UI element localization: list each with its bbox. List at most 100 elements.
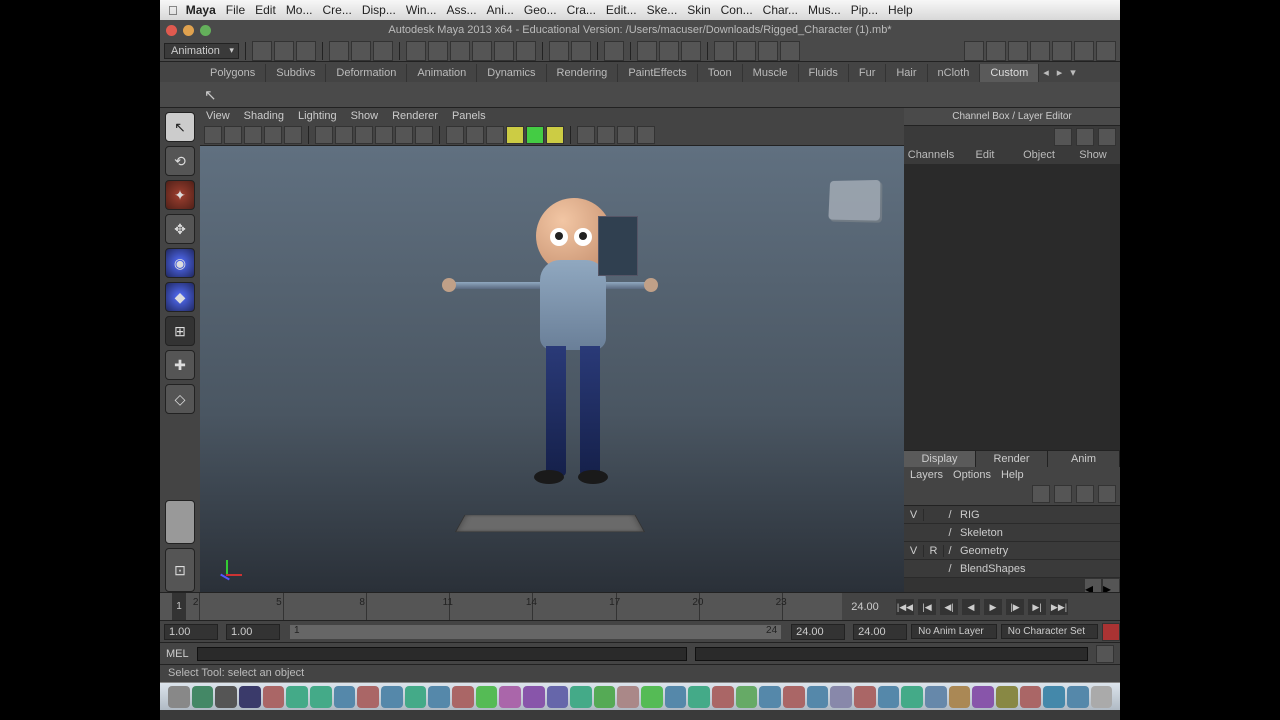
minimize-icon[interactable] [183,25,194,36]
mac-menu-item[interactable]: Con... [721,3,753,17]
scale-tool-icon[interactable]: ◆ [165,282,195,312]
view-tool-icon[interactable] [375,126,393,144]
play-back-icon[interactable]: ◀ [962,599,980,615]
view-tool-icon[interactable] [395,126,413,144]
toggle-channel-icon[interactable] [780,41,800,61]
view-tool-icon[interactable] [335,126,353,144]
mac-menubar[interactable]:  Maya File Edit Mo... Cre... Disp... Wi… [160,0,1120,20]
dock-app-icon[interactable] [665,686,687,708]
shelf-tab[interactable]: Polygons [200,64,266,82]
shelf-menu-icon[interactable]: ▾ [1066,63,1080,82]
dock-app-icon[interactable] [452,686,474,708]
mac-menu-item[interactable]: Ass... [447,3,477,17]
dock-app-icon[interactable] [594,686,616,708]
lasso-tool-icon[interactable]: ⟲ [165,146,195,176]
command-input[interactable] [197,647,688,661]
shelf-tab[interactable]: Animation [407,64,477,82]
snap-curve-icon[interactable] [428,41,448,61]
render-frame-icon[interactable] [637,41,657,61]
render-settings-icon[interactable] [681,41,701,61]
dock-app-icon[interactable] [499,686,521,708]
ipr-render-icon[interactable] [659,41,679,61]
shelf-tab[interactable]: PaintEffects [618,64,698,82]
open-scene-icon[interactable] [274,41,294,61]
range-start-inner[interactable] [226,624,280,640]
dock-app-icon[interactable] [1091,686,1113,708]
dock-app-icon[interactable] [617,686,639,708]
anim-layer-dropdown[interactable]: No Anim Layer [911,624,997,639]
make-live-icon[interactable] [516,41,536,61]
paint-select-tool-icon[interactable]: ✦ [165,180,195,210]
mac-menu-item[interactable]: Mus... [808,3,841,17]
shelf-tab[interactable]: Deformation [326,64,407,82]
auto-key-icon[interactable] [1102,623,1120,641]
layer-row[interactable]: /Skeleton [904,524,1120,542]
menu-set-dropdown[interactable]: Animation [164,43,239,59]
dock-app-icon[interactable] [547,686,569,708]
select-object-icon[interactable] [351,41,371,61]
time-slider[interactable]: 1 2581114172023 24.00 |◀◀ |◀ ◀| ◀ ▶ |▶ ▶… [160,592,1120,620]
dock-app-icon[interactable] [949,686,971,708]
show-manip-tool-icon[interactable]: ◇ [165,384,195,414]
mac-menu-item[interactable]: Pip... [851,3,878,17]
range-end-inner[interactable] [791,624,845,640]
view-tool-icon[interactable] [617,126,635,144]
dock-app-icon[interactable] [428,686,450,708]
view-tool-icon[interactable] [415,126,433,144]
step-back-key-icon[interactable]: |◀ [918,599,936,615]
panel-layout-icon[interactable] [1030,41,1050,61]
select-tool-icon[interactable]: ↖ [165,112,195,142]
layer-type-toggle[interactable]: R [924,545,944,557]
dock-app-icon[interactable] [476,686,498,708]
view-tool-icon[interactable] [577,126,595,144]
mac-menu-item[interactable]: Skin [687,3,710,17]
view-tool-icon[interactable] [244,126,262,144]
view-tool-icon[interactable] [355,126,373,144]
panel-layout-icon[interactable] [1052,41,1072,61]
range-end-outer[interactable] [853,624,907,640]
shelf-tab[interactable]: Dynamics [477,64,546,82]
dock-app-icon[interactable] [570,686,592,708]
dock-app-icon[interactable] [736,686,758,708]
go-end-icon[interactable]: ▶▶| [1050,599,1068,615]
view-cube-icon[interactable] [828,180,880,221]
toggle-attr-icon[interactable] [758,41,778,61]
view-menu-item[interactable]: Shading [244,110,284,122]
new-scene-icon[interactable] [252,41,272,61]
mac-app-name[interactable]: Maya [186,3,216,17]
shelf-tab[interactable]: Muscle [743,64,799,82]
layout-quick-icon[interactable]: ⊡ [165,548,195,592]
panel-layout-icon[interactable] [964,41,984,61]
step-back-icon[interactable]: ◀| [940,599,958,615]
shelf-tab[interactable]: Fluids [799,64,849,82]
snap-plane-icon[interactable] [472,41,492,61]
dock-app-icon[interactable] [168,686,190,708]
character-set-dropdown[interactable]: No Character Set [1001,624,1098,639]
dock-app-icon[interactable] [310,686,332,708]
view-tool-icon[interactable] [486,126,504,144]
dock-app-icon[interactable] [854,686,876,708]
mac-menu-item[interactable]: Ani... [487,3,514,17]
view-tool-icon[interactable] [446,126,464,144]
construction-history-icon[interactable] [604,41,624,61]
dock-app-icon[interactable] [239,686,261,708]
snap-live-icon[interactable] [494,41,514,61]
layer-icon[interactable] [1076,485,1094,503]
dock-app-icon[interactable] [807,686,829,708]
dock-app-icon[interactable] [925,686,947,708]
select-hierarchy-icon[interactable] [329,41,349,61]
mac-menu-item[interactable]: File [226,3,245,17]
layer-icon[interactable] [1054,485,1072,503]
layer-menu-layers[interactable]: Layers [910,469,943,481]
dock-app-icon[interactable] [688,686,710,708]
layer-tab-display[interactable]: Display [904,451,976,467]
script-editor-icon[interactable] [1096,645,1114,663]
dock-app-icon[interactable] [192,686,214,708]
shelf-tab[interactable]: Toon [698,64,743,82]
layer-row[interactable]: VR/Geometry [904,542,1120,560]
mac-menu-item[interactable]: Mo... [286,3,313,17]
timeline-end-field[interactable]: 24.00 [842,593,888,620]
layer-row[interactable]: V/RIG [904,506,1120,524]
universal-manip-icon[interactable]: ⊞ [165,316,195,346]
inputs-icon[interactable] [549,41,569,61]
